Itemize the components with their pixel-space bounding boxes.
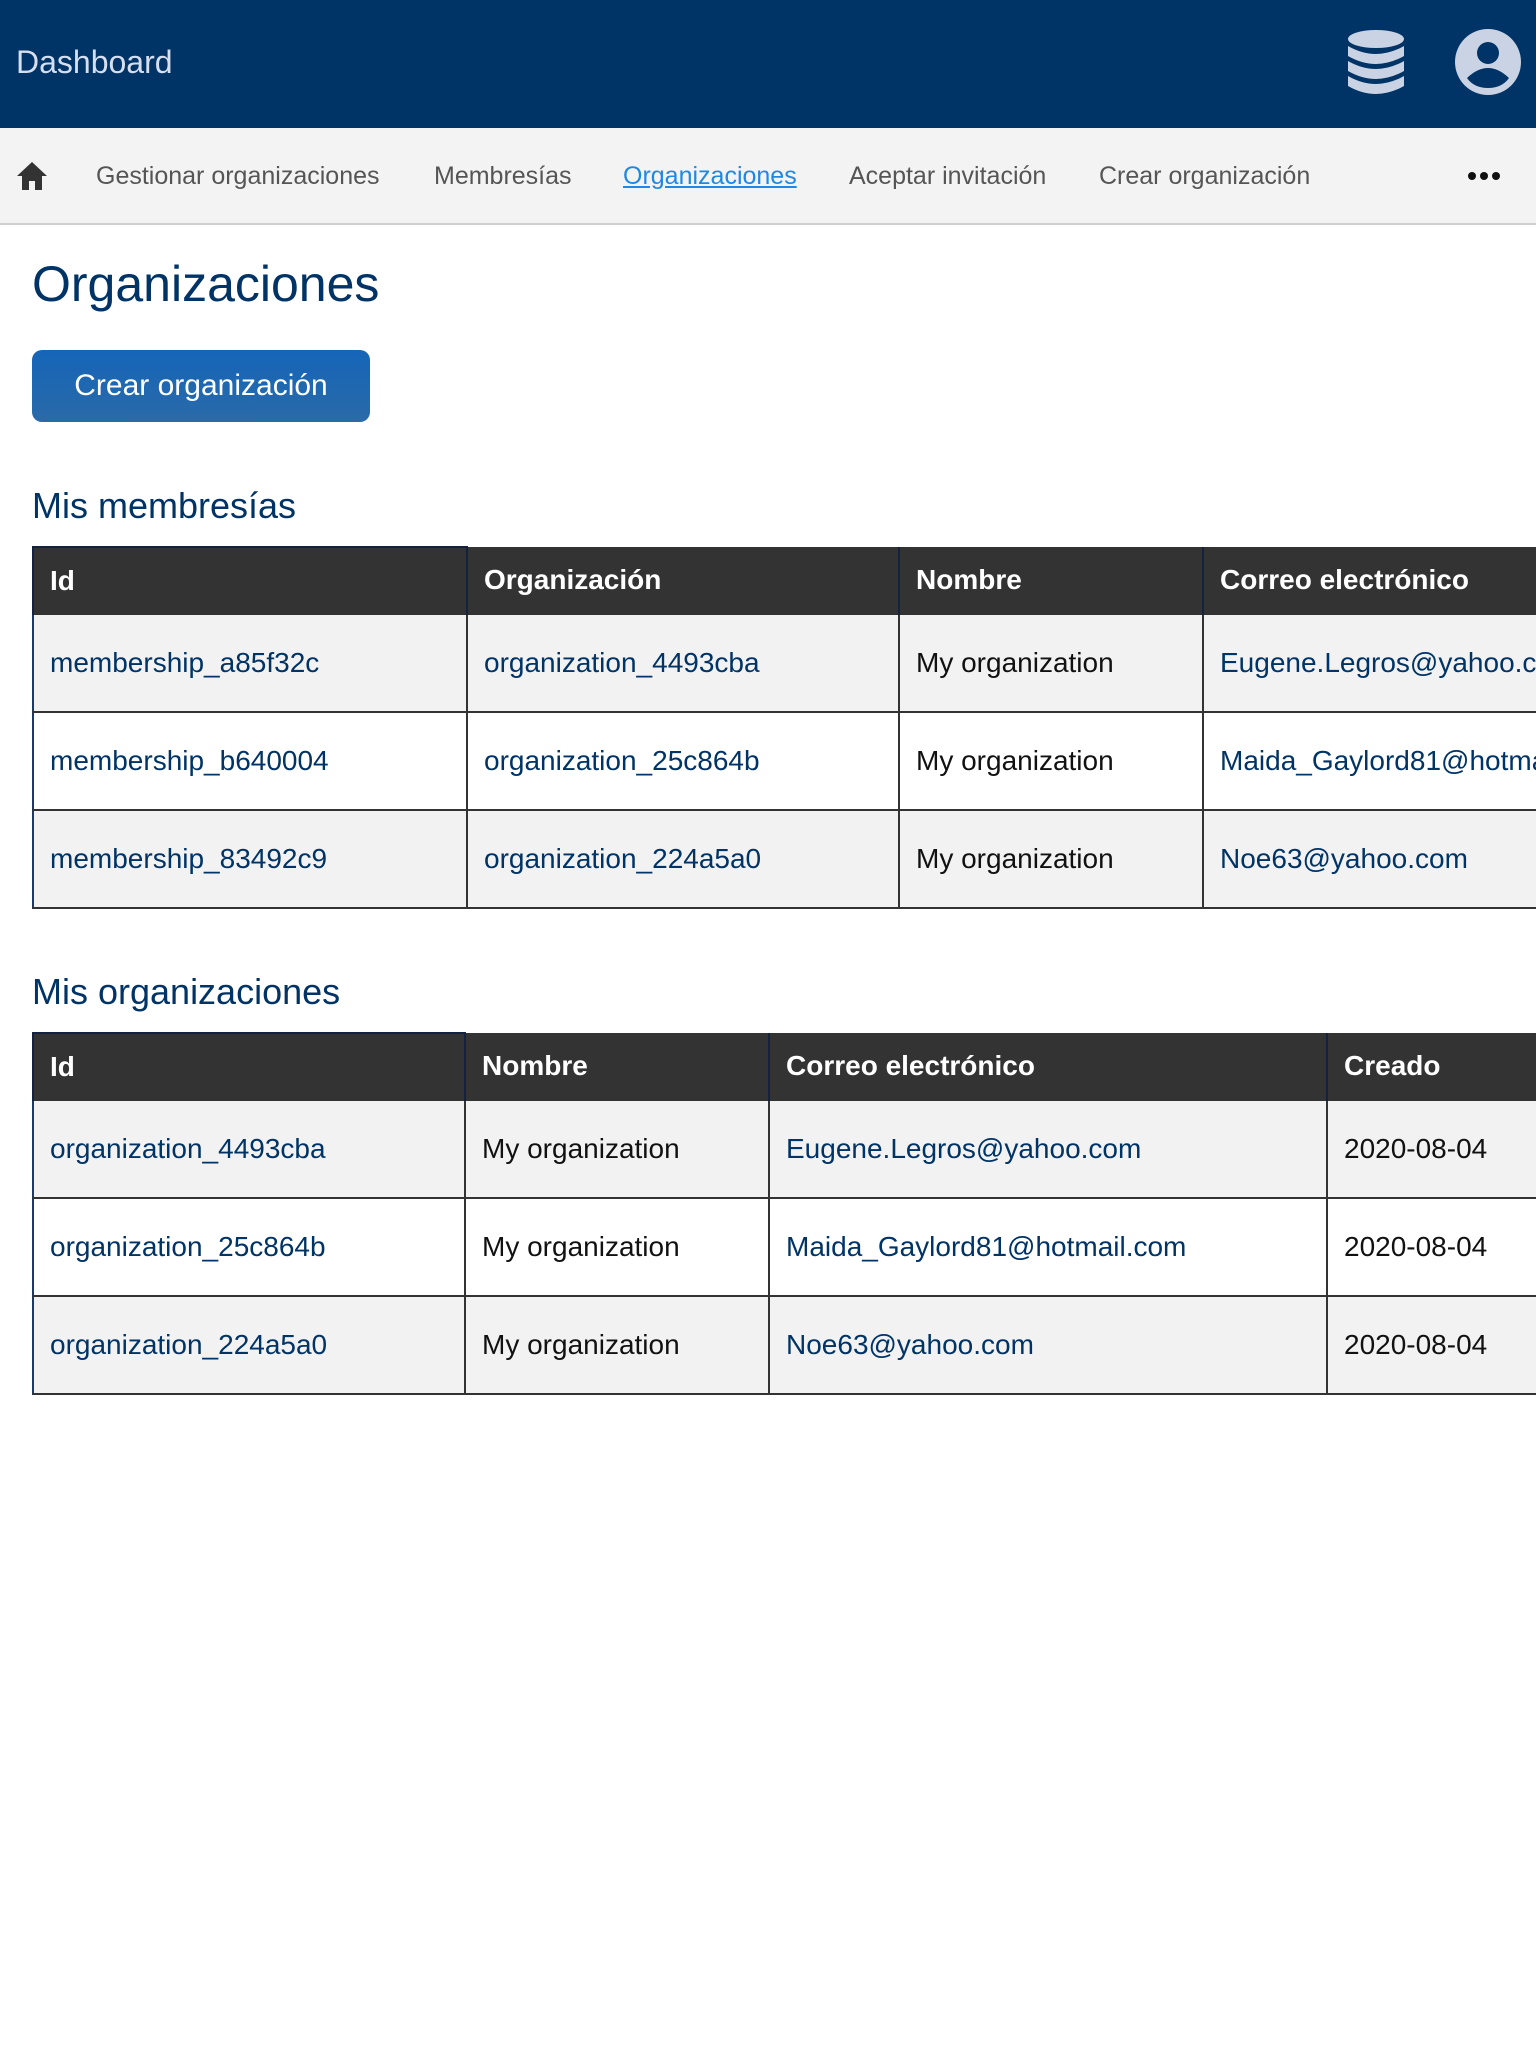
organization-created: 2020-08-04 — [1326, 1295, 1536, 1395]
nav-organizaciones[interactable]: Organizaciones — [623, 158, 797, 194]
membership-email-link[interactable]: Eugene.Legros@yahoo.com — [1220, 647, 1535, 678]
column-header: Id — [32, 1032, 465, 1100]
organization-created: 2020-08-04 — [1326, 1197, 1536, 1297]
column-header: Nombre — [898, 547, 1203, 614]
organization-email-link[interactable]: Eugene.Legros@yahoo.com — [786, 1133, 1141, 1164]
memberships-table: Id Organización Nombre Correo electrónic… — [32, 546, 1536, 909]
membership-id-link[interactable]: membership_83492c9 — [50, 843, 327, 874]
nav-aceptar-invitacion[interactable]: Aceptar invitación — [849, 158, 1046, 194]
column-header: Correo electrónico — [768, 1033, 1327, 1100]
dashboard-link[interactable]: Dashboard — [16, 40, 173, 84]
table-row: membership_83492c9 organization_224a5a0 … — [32, 809, 1536, 909]
nav-crear-organizacion[interactable]: Crear organización — [1099, 158, 1310, 194]
column-header: Nombre — [464, 1033, 769, 1100]
table-row: membership_a85f32c organization_4493cba … — [32, 613, 1536, 713]
column-header: Correo electrónico — [1202, 547, 1536, 614]
organization-created: 2020-08-04 — [1326, 1099, 1536, 1199]
column-header: Creado — [1326, 1033, 1536, 1100]
account-circle-icon[interactable] — [1454, 28, 1522, 96]
membership-id-link[interactable]: membership_b640004 — [50, 745, 329, 776]
organization-id-link[interactable]: organization_25c864b — [50, 1231, 326, 1262]
nav-gestionar-organizaciones[interactable]: Gestionar organizaciones — [96, 158, 380, 194]
table-row: membership_b640004 organization_25c864b … — [32, 711, 1536, 811]
organization-name: My organization — [464, 1295, 770, 1395]
membership-email-link[interactable]: Noe63@yahoo.com — [1220, 843, 1468, 874]
organization-email-link[interactable]: Noe63@yahoo.com — [786, 1329, 1034, 1360]
page-title: Organizaciones — [32, 256, 380, 312]
organizations-table: Id Nombre Correo electrónico Creado orga… — [32, 1032, 1536, 1395]
organization-id-link[interactable]: organization_224a5a0 — [50, 1329, 327, 1360]
memberships-section-title: Mis membresías — [32, 485, 297, 526]
top-app-bar: Dashboard — [0, 0, 1536, 128]
organizations-section-title: Mis organizaciones — [32, 971, 341, 1012]
secondary-nav: Gestionar organizaciones Membresías Orga… — [0, 128, 1536, 225]
table-row: organization_224a5a0 My organization Noe… — [32, 1295, 1536, 1395]
create-organization-button[interactable]: Crear organización — [32, 350, 370, 422]
table-header-row: Id Organización Nombre Correo electrónic… — [32, 546, 1536, 614]
membership-email-link[interactable]: Maida_Gaylord81@hotmail.com — [1220, 745, 1535, 776]
organization-id-link[interactable]: organization_4493cba — [50, 1133, 326, 1164]
organization-id-link[interactable]: organization_4493cba — [484, 647, 760, 678]
table-header-row: Id Nombre Correo electrónico Creado — [32, 1032, 1536, 1100]
table-row: organization_4493cba My organization Eug… — [32, 1099, 1536, 1199]
membership-name: My organization — [898, 711, 1204, 811]
database-icon[interactable] — [1344, 28, 1408, 100]
organization-name: My organization — [464, 1099, 770, 1199]
table-row: organization_25c864b My organization Mai… — [32, 1197, 1536, 1297]
organization-name: My organization — [464, 1197, 770, 1297]
column-header: Organización — [466, 547, 899, 614]
organization-id-link[interactable]: organization_224a5a0 — [484, 843, 761, 874]
nav-membresias[interactable]: Membresías — [434, 158, 572, 194]
membership-name: My organization — [898, 809, 1204, 909]
more-horizontal-icon[interactable] — [1464, 158, 1504, 194]
organization-email-link[interactable]: Maida_Gaylord81@hotmail.com — [786, 1231, 1186, 1262]
organization-id-link[interactable]: organization_25c864b — [484, 745, 760, 776]
column-header: Id — [32, 546, 467, 614]
home-icon[interactable] — [14, 158, 50, 194]
membership-id-link[interactable]: membership_a85f32c — [50, 647, 319, 678]
membership-name: My organization — [898, 613, 1204, 713]
